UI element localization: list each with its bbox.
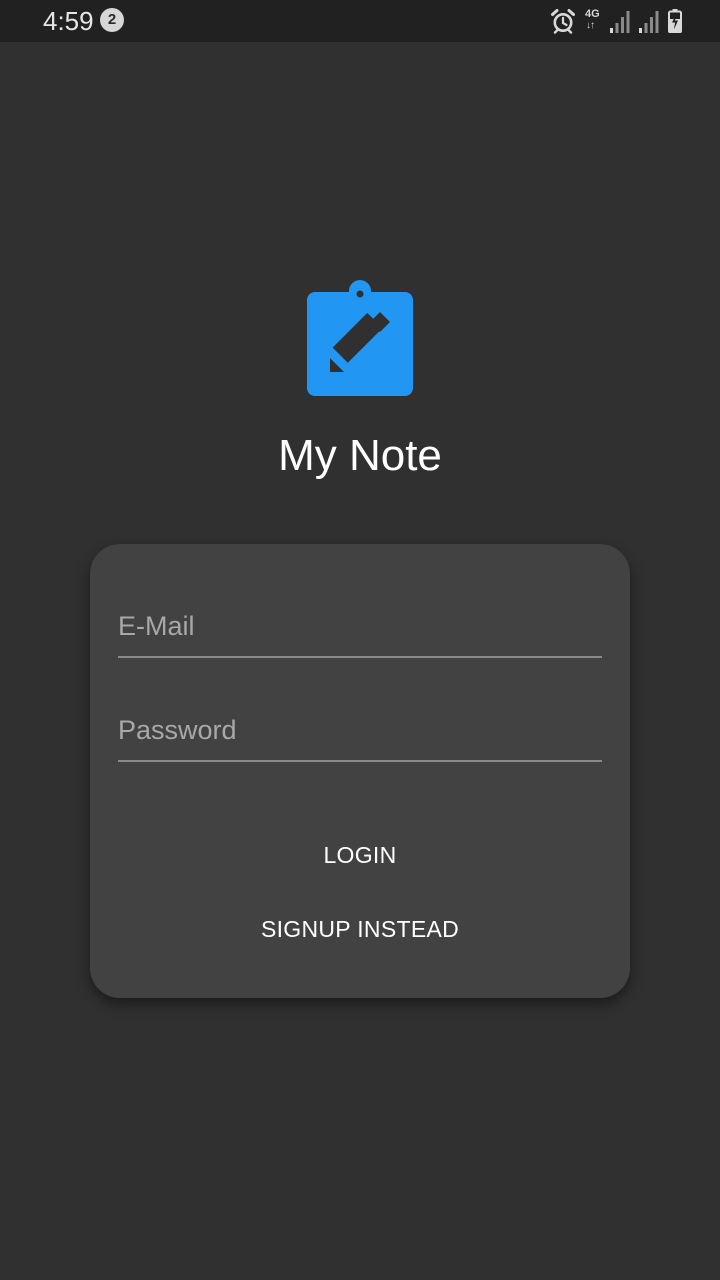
signal-icon [639, 11, 659, 33]
signal-icon [610, 11, 630, 33]
email-input[interactable] [118, 596, 602, 656]
status-bar: 4:59 2 4G ↓↑ [0, 0, 720, 42]
email-field-container [118, 596, 602, 658]
data-arrows-icon: ↓↑ [586, 20, 595, 31]
status-icons: 4G ↓↑ [550, 7, 682, 35]
network-4g-icon: 4G ↓↑ [585, 8, 601, 34]
alarm-icon [551, 9, 575, 34]
login-card: LOGIN SIGNUP INSTEAD [90, 544, 630, 998]
login-button[interactable]: LOGIN [90, 828, 630, 882]
password-input[interactable] [118, 700, 602, 760]
password-field-container [118, 700, 602, 762]
signup-instead-button[interactable]: SIGNUP INSTEAD [90, 902, 630, 956]
status-time: 4:59 [43, 6, 94, 36]
clipboard-edit-icon [307, 280, 413, 396]
battery-charging-icon [668, 9, 682, 33]
app-title: My Note [278, 431, 442, 480]
network-type-label: 4G [585, 8, 600, 20]
notification-count-badge: 2 [100, 8, 124, 32]
